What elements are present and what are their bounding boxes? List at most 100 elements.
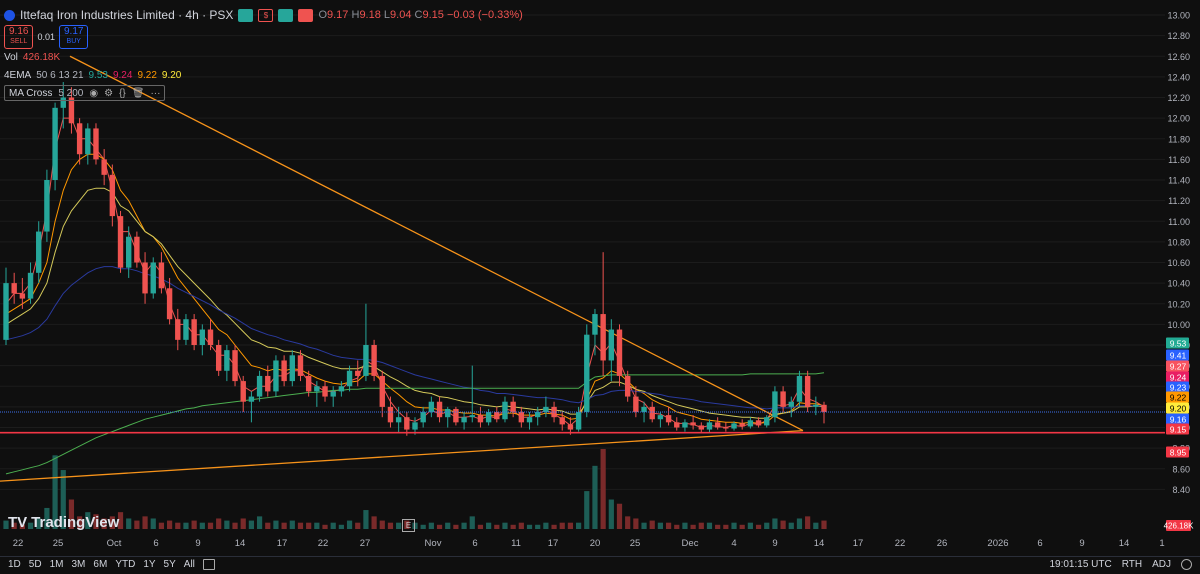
candle-body <box>641 406 647 413</box>
volume-label: 426.18K <box>1164 522 1194 531</box>
volume-bar <box>314 522 320 529</box>
ema-indicator[interactable]: 4EMA 50 6 13 21 9.53 9.24 9.22 9.20 <box>4 66 523 84</box>
settings-gear-icon[interactable] <box>1181 559 1192 570</box>
spread-value: 0.01 <box>37 32 55 42</box>
candle-body <box>584 334 590 413</box>
volume-bar <box>600 449 606 529</box>
tf-3m[interactable]: 3M <box>72 559 86 570</box>
time-tick-label: 9 <box>195 538 200 549</box>
volume-bar <box>625 516 631 529</box>
time-axis[interactable]: 22 25 Oct 6 9 14 17 22 27 Nov 6 11 17 20 25 Dec 4 9 14 17 22… <box>13 538 1165 549</box>
candle-body <box>117 216 124 268</box>
volume-bar <box>396 522 402 529</box>
currency-badge[interactable]: $ <box>258 8 274 22</box>
candle-body <box>150 262 156 294</box>
candle-body <box>788 401 794 407</box>
volume-bar <box>755 524 762 529</box>
clock-time[interactable]: 19:01:15 UTC <box>1049 559 1111 570</box>
session-toggle[interactable]: RTH <box>1122 559 1142 570</box>
volume-bar <box>387 522 394 529</box>
delete-icon[interactable]: 🗑 <box>132 88 145 99</box>
events-icon[interactable]: E <box>402 519 415 532</box>
source-code-icon[interactable]: {} <box>119 88 126 99</box>
volume-bar <box>657 522 663 529</box>
price-tick-label: 10.60 <box>1167 258 1190 268</box>
horizontal-levels <box>0 411 1165 434</box>
candle-body <box>224 350 230 371</box>
candle-body <box>796 375 803 402</box>
ma-cross-box[interactable]: MA Cross 5 200 ◉ ⚙ {} 🗑 ··· <box>4 85 166 101</box>
ma-cross-indicator[interactable]: MA Cross 5 200 ◉ ⚙ {} 🗑 ··· <box>4 84 523 102</box>
price-tick-label: 12.40 <box>1167 72 1190 82</box>
candle-body <box>821 404 827 413</box>
tf-5d[interactable]: 5D <box>29 559 42 570</box>
volume-bar <box>665 522 672 529</box>
volume-indicator[interactable]: Vol 426.18K <box>4 48 523 66</box>
volume-bar <box>502 522 508 529</box>
buy-button[interactable]: 9.17 BUY <box>59 25 89 49</box>
candle-body <box>690 422 696 426</box>
candle-body <box>232 350 238 382</box>
candle-body <box>93 128 99 160</box>
price-tick-label: 11.20 <box>1168 196 1190 206</box>
volume-bar <box>199 522 205 529</box>
eye-icon[interactable]: ◉ <box>89 88 98 99</box>
time-tick-label: 25 <box>53 538 64 549</box>
candle-body <box>739 423 745 427</box>
candle-body <box>126 236 132 268</box>
price-axis[interactable]: 13.00 12.80 12.60 12.40 12.20 12.00 11.80 11.60… <box>1164 11 1194 532</box>
time-tick-label: 17 <box>548 538 559 549</box>
tf-all[interactable]: All <box>184 559 195 570</box>
candle-body <box>19 293 26 299</box>
candle-body <box>289 355 295 382</box>
candle-body <box>395 417 402 423</box>
tf-ytd[interactable]: YTD <box>115 559 135 570</box>
price-tick-label: 11.60 <box>1168 155 1190 165</box>
time-tick-label: 27 <box>360 538 371 549</box>
candle-body <box>477 415 484 423</box>
indicator-line <box>5 187 825 419</box>
price-tick-label: 13.00 <box>1167 11 1190 21</box>
time-tick-label: 22 <box>13 538 24 549</box>
volume-bar <box>207 522 214 529</box>
adjustment-toggle[interactable]: ADJ <box>1152 559 1171 570</box>
candle-body <box>436 401 443 418</box>
candle-body <box>183 319 189 340</box>
status-red-icon <box>298 8 314 22</box>
time-tick-label: 17 <box>277 538 288 549</box>
time-tick-label: 22 <box>318 538 329 549</box>
time-tick-label: 6 <box>1037 538 1042 549</box>
volume-bar <box>796 518 803 529</box>
candle-body <box>215 345 222 371</box>
symbol-title[interactable]: Ittefaq Iron Industries Limited · 4h · P… <box>20 8 233 22</box>
volume-bar <box>764 522 770 529</box>
tf-1d[interactable]: 1D <box>8 559 21 570</box>
volume-bar <box>747 522 753 529</box>
candle-body <box>11 283 17 294</box>
volume-bar <box>183 522 189 529</box>
calendar-icon[interactable] <box>202 559 215 570</box>
candle-body <box>273 360 279 392</box>
candle-body <box>535 412 541 418</box>
tf-5y[interactable]: 5Y <box>164 559 176 570</box>
price-label: 8.95 <box>1170 447 1187 457</box>
volume-bar <box>363 510 369 529</box>
more-icon[interactable]: ··· <box>150 88 160 99</box>
time-tick-label: 14 <box>814 538 825 549</box>
status-bar: 19:01:15 UTC RTH ADJ <box>1049 559 1192 570</box>
settings-icon[interactable]: ⚙ <box>104 88 113 99</box>
time-tick-label: Oct <box>107 538 122 549</box>
price-tick-label: 11.80 <box>1168 134 1190 144</box>
volume-bar <box>436 524 443 529</box>
time-tick-label: 6 <box>153 538 158 549</box>
candle-body <box>616 329 623 376</box>
tf-1y[interactable]: 1Y <box>143 559 155 570</box>
time-tick-label: 9 <box>772 538 777 549</box>
tf-6m[interactable]: 6M <box>93 559 107 570</box>
candle-body <box>600 314 606 361</box>
volume-bar <box>175 522 181 529</box>
tf-1m[interactable]: 1M <box>50 559 64 570</box>
price-label: 9.53 <box>1170 338 1187 348</box>
sell-button[interactable]: 9.16 SELL <box>4 25 34 49</box>
candle-body <box>371 345 377 376</box>
